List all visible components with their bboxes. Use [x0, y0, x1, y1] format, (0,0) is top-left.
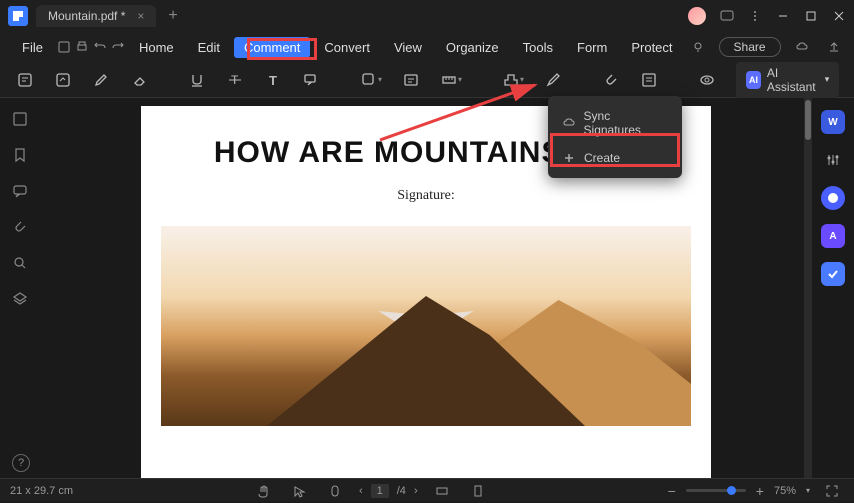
select-tool-icon[interactable]	[287, 479, 311, 503]
menu-organize[interactable]: Organize	[436, 37, 509, 58]
tab-close-icon[interactable]: ×	[137, 9, 144, 23]
menu-home[interactable]: Home	[129, 37, 184, 58]
page-dimensions: 21 x 29.7 cm	[10, 485, 73, 497]
prev-page-icon[interactable]: ‹	[359, 485, 363, 497]
layers-panel-icon[interactable]	[11, 290, 29, 308]
menu-file[interactable]: File	[12, 37, 53, 58]
redo-icon[interactable]	[111, 36, 125, 58]
cloud-sync-icon	[562, 116, 576, 130]
eraser-tool-icon[interactable]	[130, 68, 148, 92]
chat-bubble-icon[interactable]	[821, 186, 845, 210]
svg-text:T: T	[269, 73, 277, 88]
ai-assistant-label: AI Assistant	[767, 66, 819, 94]
bulb-icon[interactable]	[687, 36, 709, 58]
callout-tool-icon[interactable]	[302, 68, 320, 92]
menu-comment[interactable]: Comment	[234, 37, 310, 58]
next-page-icon[interactable]: ›	[414, 485, 418, 497]
stamp-tool-icon[interactable]: ▾	[502, 68, 524, 92]
message-icon[interactable]	[720, 9, 734, 23]
create-signature-item[interactable]: Create	[554, 144, 676, 172]
fit-page-icon[interactable]	[466, 479, 490, 503]
page-navigation: ‹ 1 /4 ›	[359, 484, 418, 498]
menu-view[interactable]: View	[384, 37, 432, 58]
attachments-panel-icon[interactable]	[11, 218, 29, 236]
statusbar: 21 x 29.7 cm ‹ 1 /4 › − + 75% ▾	[0, 478, 854, 502]
shape-tool-icon[interactable]: ▾	[360, 68, 382, 92]
undo-icon[interactable]	[93, 36, 107, 58]
comment-toolbar: T T ▾ ▾ ▾ AI AI Assistant ▾	[0, 62, 854, 98]
search-panel-icon[interactable]	[11, 254, 29, 272]
highlight-tool-icon[interactable]	[54, 68, 72, 92]
create-label: Create	[584, 151, 620, 165]
fullscreen-icon[interactable]	[820, 479, 844, 503]
menu-convert[interactable]: Convert	[314, 37, 380, 58]
scroll-mode-icon[interactable]	[323, 479, 347, 503]
comment-list-icon[interactable]	[640, 68, 658, 92]
new-tab-button[interactable]: +	[168, 7, 177, 25]
textbox-tool-icon[interactable]	[402, 68, 420, 92]
check-panel-icon[interactable]	[821, 262, 845, 286]
menu-tools[interactable]: Tools	[513, 37, 563, 58]
share-button[interactable]: Share	[719, 37, 781, 57]
sync-signatures-item[interactable]: Sync Signatures	[554, 102, 676, 144]
tab-title: Mountain.pdf *	[48, 9, 125, 23]
underline-tool-icon[interactable]	[188, 68, 206, 92]
zoom-slider[interactable]	[686, 489, 746, 492]
ai-badge-icon: AI	[746, 71, 761, 89]
mountain-image	[161, 226, 691, 426]
user-avatar[interactable]	[688, 7, 706, 25]
visibility-tool-icon[interactable]	[698, 68, 716, 92]
chevron-down-icon[interactable]: ▾	[806, 486, 810, 495]
menu-form[interactable]: Form	[567, 37, 617, 58]
pencil-tool-icon[interactable]	[92, 68, 110, 92]
note-tool-icon[interactable]	[16, 68, 34, 92]
thumbnails-icon[interactable]	[11, 110, 29, 128]
chevron-down-icon: ▾	[825, 74, 830, 85]
word-export-icon[interactable]: W	[821, 110, 845, 134]
menu-protect[interactable]: Protect	[621, 37, 682, 58]
strikethrough-tool-icon[interactable]: T	[226, 68, 244, 92]
text-tool-icon[interactable]: T	[264, 68, 282, 92]
bookmarks-icon[interactable]	[11, 146, 29, 164]
main-area: HOW ARE MOUNTAINS FOR Signature: W A	[0, 98, 854, 478]
zoom-out-icon[interactable]: −	[668, 483, 676, 499]
zoom-value[interactable]: 75%	[774, 485, 796, 497]
page-total: /4	[397, 485, 406, 497]
signature-tool-icon[interactable]	[544, 68, 562, 92]
plus-icon	[562, 151, 576, 165]
right-sidebar: W A	[812, 98, 854, 478]
help-icon[interactable]: ?	[12, 454, 30, 472]
document-viewport[interactable]: HOW ARE MOUNTAINS FOR Signature:	[40, 98, 812, 478]
upload-icon[interactable]	[823, 36, 845, 58]
vertical-scrollbar[interactable]	[804, 98, 812, 478]
sync-label: Sync Signatures	[584, 109, 668, 137]
print-icon[interactable]	[75, 36, 89, 58]
minimize-button[interactable]	[776, 9, 790, 23]
menu-edit[interactable]: Edit	[188, 37, 230, 58]
maximize-button[interactable]	[804, 9, 818, 23]
page-current[interactable]: 1	[371, 484, 389, 498]
app-logo-icon	[8, 6, 28, 26]
save-icon[interactable]	[57, 36, 71, 58]
signature-dropdown: Sync Signatures Create	[548, 96, 682, 178]
measure-tool-icon[interactable]: ▾	[440, 68, 462, 92]
ai-panel-icon[interactable]: A	[821, 224, 845, 248]
menubar: File Home Edit Comment Convert View Orga…	[0, 32, 854, 62]
document-tab[interactable]: Mountain.pdf * ×	[36, 5, 156, 27]
left-sidebar	[0, 98, 40, 478]
close-button[interactable]	[832, 9, 846, 23]
zoom-in-icon[interactable]: +	[756, 483, 764, 499]
cloud-icon[interactable]	[791, 36, 813, 58]
more-icon[interactable]	[748, 9, 762, 23]
ai-assistant-button[interactable]: AI AI Assistant ▾	[736, 62, 839, 98]
hand-tool-icon[interactable]	[251, 479, 275, 503]
fit-width-icon[interactable]	[430, 479, 454, 503]
sliders-icon[interactable]	[821, 148, 845, 172]
titlebar: Mountain.pdf * × +	[0, 0, 854, 32]
comments-panel-icon[interactable]	[11, 182, 29, 200]
signature-label: Signature:	[141, 188, 711, 204]
attachment-tool-icon[interactable]	[602, 68, 620, 92]
